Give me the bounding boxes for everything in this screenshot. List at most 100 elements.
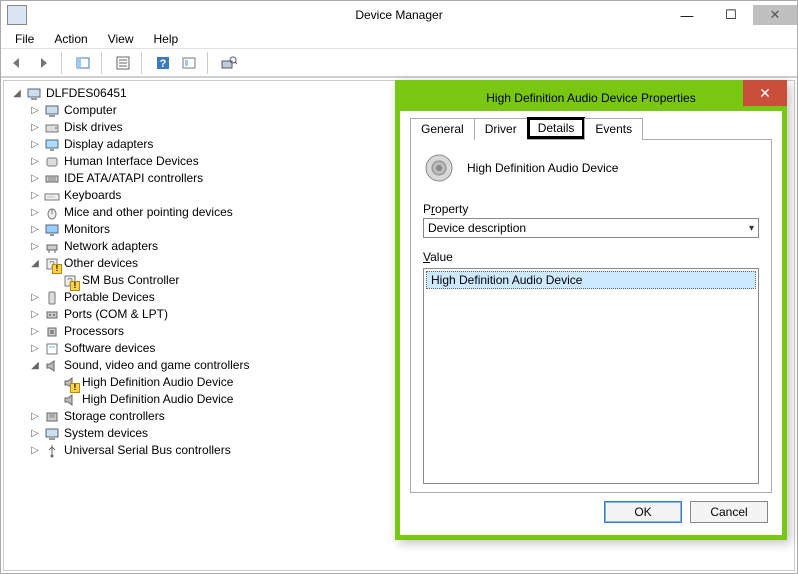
unknown-device-icon: ? bbox=[62, 273, 78, 289]
expand-icon[interactable]: ▷ bbox=[30, 344, 40, 354]
menubar: File Action View Help bbox=[1, 29, 797, 49]
expand-icon[interactable]: ▷ bbox=[30, 327, 40, 337]
value-listbox[interactable]: High Definition Audio Device bbox=[423, 268, 759, 484]
tree-label: Processors bbox=[64, 323, 124, 340]
tree-label: System devices bbox=[64, 425, 148, 442]
property-combobox[interactable]: Device description ▾ bbox=[423, 218, 759, 238]
expand-icon[interactable]: ▷ bbox=[30, 310, 40, 320]
speaker-icon bbox=[62, 392, 78, 408]
tree-label: SM Bus Controller bbox=[82, 272, 179, 289]
properties-dialog: High Definition Audio Device Properties … bbox=[395, 80, 787, 540]
ok-button[interactable]: OK bbox=[604, 501, 682, 523]
tree-label: Disk drives bbox=[64, 119, 123, 136]
tab-strip: General Driver Details Events bbox=[410, 117, 772, 140]
window-controls: — ☐ ✕ bbox=[665, 5, 797, 25]
show-hide-tree-button[interactable] bbox=[71, 52, 95, 74]
toolbar-separator bbox=[141, 52, 145, 74]
expand-icon[interactable]: ▷ bbox=[30, 140, 40, 150]
svg-text:?: ? bbox=[160, 58, 167, 70]
help-button[interactable]: ? bbox=[151, 52, 175, 74]
close-button[interactable]: ✕ bbox=[753, 5, 797, 25]
cancel-button[interactable]: Cancel bbox=[690, 501, 768, 523]
storage-icon bbox=[44, 409, 60, 425]
tab-general[interactable]: General bbox=[410, 118, 475, 140]
back-button[interactable] bbox=[5, 52, 29, 74]
tab-driver[interactable]: Driver bbox=[474, 118, 528, 140]
system-icon bbox=[44, 426, 60, 442]
toolbar-separator bbox=[101, 52, 105, 74]
menu-file[interactable]: File bbox=[7, 30, 42, 48]
toolbar-separator bbox=[207, 52, 211, 74]
titlebar: Device Manager — ☐ ✕ bbox=[1, 1, 797, 29]
tab-panel-details: High Definition Audio Device Property De… bbox=[410, 140, 772, 493]
expand-icon[interactable]: ▷ bbox=[30, 293, 40, 303]
mouse-icon bbox=[44, 205, 60, 221]
speaker-icon bbox=[62, 375, 78, 391]
minimize-button[interactable]: — bbox=[665, 5, 709, 25]
expand-icon[interactable]: ▷ bbox=[30, 106, 40, 116]
tree-label: Storage controllers bbox=[64, 408, 165, 425]
window-title: Device Manager bbox=[355, 8, 442, 22]
properties-button[interactable] bbox=[111, 52, 135, 74]
computer-icon bbox=[26, 86, 42, 102]
menu-action[interactable]: Action bbox=[46, 30, 95, 48]
device-header: High Definition Audio Device bbox=[423, 152, 759, 184]
computer-icon bbox=[44, 103, 60, 119]
ide-icon bbox=[44, 171, 60, 187]
property-label: Property bbox=[423, 202, 759, 216]
expand-icon[interactable]: ▷ bbox=[30, 191, 40, 201]
tab-events[interactable]: Events bbox=[584, 118, 643, 140]
expand-icon[interactable]: ▷ bbox=[30, 123, 40, 133]
speaker-icon bbox=[44, 358, 60, 374]
disk-icon bbox=[44, 120, 60, 136]
tree-label: Universal Serial Bus controllers bbox=[64, 442, 231, 459]
expand-icon[interactable]: ▷ bbox=[30, 242, 40, 252]
tree-label: Ports (COM & LPT) bbox=[64, 306, 168, 323]
software-icon bbox=[44, 341, 60, 357]
value-label: Value bbox=[423, 250, 759, 264]
expand-icon[interactable]: ▷ bbox=[30, 429, 40, 439]
tree-label: Mice and other pointing devices bbox=[64, 204, 233, 221]
maximize-button[interactable]: ☐ bbox=[709, 5, 753, 25]
usb-icon bbox=[44, 443, 60, 459]
expand-icon[interactable]: ▷ bbox=[30, 157, 40, 167]
tree-label: Network adapters bbox=[64, 238, 158, 255]
expand-icon[interactable]: ▷ bbox=[30, 225, 40, 235]
forward-button[interactable] bbox=[31, 52, 55, 74]
toolbar: ? bbox=[1, 49, 797, 77]
dialog-titlebar[interactable]: High Definition Audio Device Properties … bbox=[400, 85, 782, 111]
tab-details[interactable]: Details bbox=[527, 117, 586, 139]
tree-label: Software devices bbox=[64, 340, 155, 357]
tree-label: Monitors bbox=[64, 221, 110, 238]
dialog-close-button[interactable]: ✕ bbox=[743, 80, 787, 106]
collapse-icon[interactable]: ◢ bbox=[30, 361, 40, 371]
hid-icon bbox=[44, 154, 60, 170]
expand-icon[interactable]: ▷ bbox=[30, 446, 40, 456]
app-icon bbox=[7, 5, 27, 25]
scan-hardware-button[interactable] bbox=[217, 52, 241, 74]
expand-icon[interactable]: ▷ bbox=[30, 174, 40, 184]
tree-root-label: DLFDES06451 bbox=[46, 85, 127, 102]
value-item[interactable]: High Definition Audio Device bbox=[426, 271, 756, 289]
menu-view[interactable]: View bbox=[100, 30, 142, 48]
update-driver-button[interactable] bbox=[177, 52, 201, 74]
portable-icon bbox=[44, 290, 60, 306]
tree-label: High Definition Audio Device bbox=[82, 391, 233, 408]
tree-label: Sound, video and game controllers bbox=[64, 357, 249, 374]
expand-icon[interactable]: ▷ bbox=[30, 208, 40, 218]
tree-label: Keyboards bbox=[64, 187, 121, 204]
speaker-icon bbox=[423, 152, 455, 184]
dialog-title: High Definition Audio Device Properties bbox=[486, 91, 695, 105]
collapse-icon[interactable]: ◢ bbox=[30, 259, 40, 269]
cpu-icon bbox=[44, 324, 60, 340]
ports-icon bbox=[44, 307, 60, 323]
monitor-icon bbox=[44, 222, 60, 238]
tree-label: Computer bbox=[64, 102, 117, 119]
dialog-buttons: OK Cancel bbox=[410, 493, 772, 525]
tree-label: Display adapters bbox=[64, 136, 153, 153]
collapse-icon[interactable]: ◢ bbox=[12, 89, 22, 99]
expand-icon[interactable]: ▷ bbox=[30, 412, 40, 422]
toolbar-separator bbox=[61, 52, 65, 74]
menu-help[interactable]: Help bbox=[146, 30, 187, 48]
tree-label: IDE ATA/ATAPI controllers bbox=[64, 170, 203, 187]
